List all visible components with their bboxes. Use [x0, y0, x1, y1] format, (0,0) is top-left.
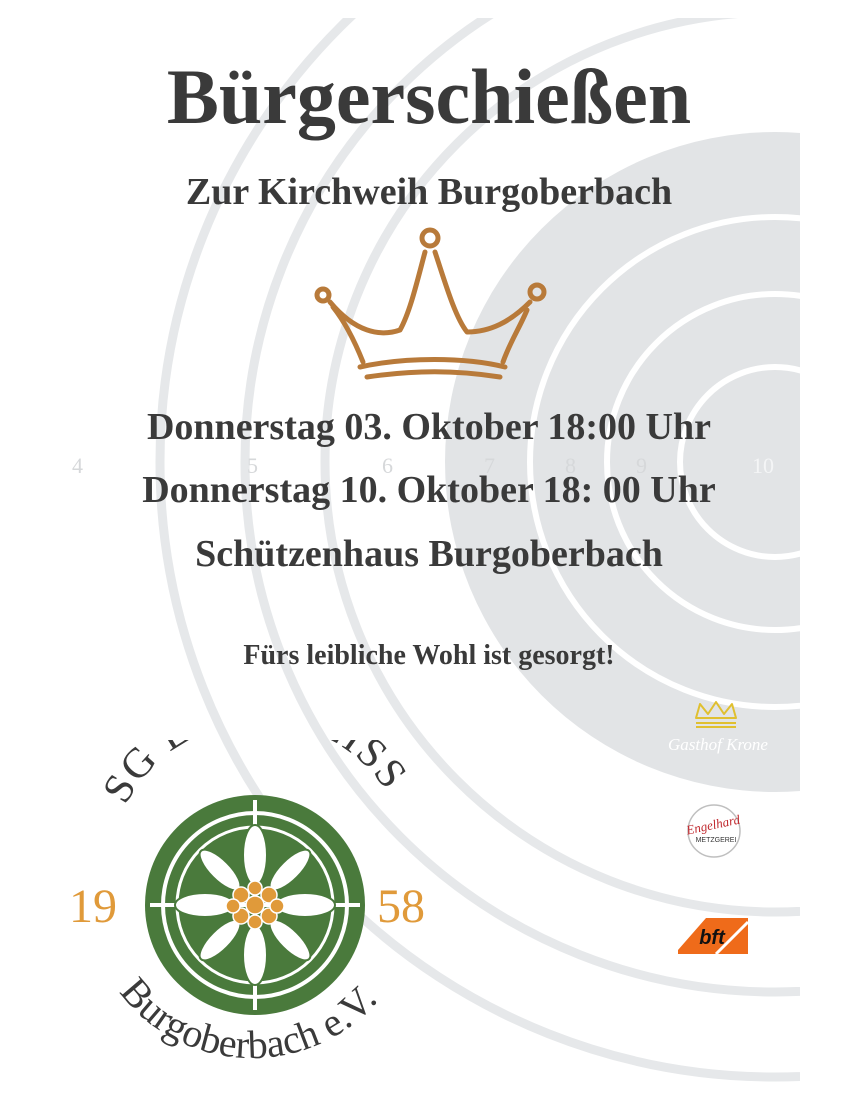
metzgerei-sub: METZGEREI [696, 837, 737, 844]
poster-page: 4 5 6 7 8 9 10 Bürgerschießen Zur Kirchw… [0, 0, 858, 1109]
event-date-1: Donnerstag 03. Oktober 18:00 Uhr [146, 406, 711, 448]
club-logo: SG EDELWEISS Burgoberbach e.V. [69, 740, 425, 1067]
metzgerei-logo: Engelhard METZGEREI [684, 804, 742, 858]
poster-title: Bürgerschießen [166, 53, 692, 140]
year-right: 58 [377, 880, 425, 933]
event-date-2: Donnerstag 10. Oktober 18: 00 Uhr [142, 469, 716, 511]
gasthof-name: Gasthof Krone [668, 735, 768, 754]
bft-logo: bft [678, 918, 750, 956]
year-left: 19 [69, 880, 117, 933]
gasthof-krone-logo: Gasthof Krone [668, 701, 768, 754]
bft-name: bft [699, 927, 726, 949]
crown-icon [314, 227, 547, 380]
poster-subtitle: Zur Kirchweih Burgoberbach [185, 171, 673, 213]
event-venue: Schützenhaus Burgoberbach [195, 533, 663, 575]
catering-note: Fürs leibliche Wohl ist gesorgt! [243, 640, 615, 671]
